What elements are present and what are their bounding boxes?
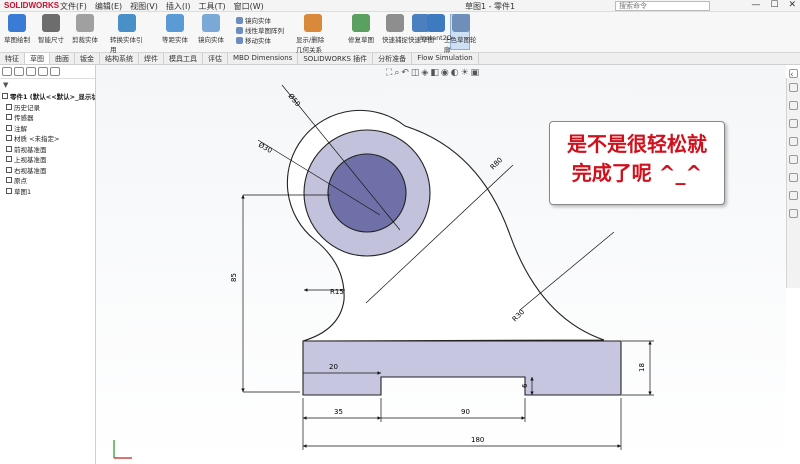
design-library-icon[interactable] [789,101,798,110]
view-palette-icon[interactable] [789,137,798,146]
solidworks-resources-icon[interactable] [789,209,798,218]
forum-icon[interactable] [789,191,798,200]
part-profile[interactable] [302,340,622,396]
resources-icon[interactable] [789,83,798,92]
sketch-drawing: Ø50 Ø30 R80 R15 R30 85 20 18 6 35 90 180 [113,84,654,459]
custom-properties-icon[interactable] [789,173,798,182]
dim-height[interactable]: 85 [230,273,238,282]
dim-left-offset[interactable]: 35 [334,408,343,416]
dim-base-thickness[interactable]: 20 [329,363,338,371]
annotation-callout: 是不是很轻松就 完成了呢 ^_^ [549,121,725,205]
dim-right-height[interactable]: 18 [638,363,646,372]
file-explorer-icon[interactable] [789,119,798,128]
bore-circle[interactable] [327,153,407,233]
dim-total-width[interactable]: 180 [471,436,484,444]
callout-line-1: 是不是很轻松就 [567,132,707,156]
chevron-left-icon[interactable]: ‹ [789,69,798,80]
origin-triad-icon [113,440,132,459]
dim-outer-diameter[interactable]: Ø50 [286,92,301,108]
dim-big-fillet[interactable]: R80 [489,156,504,171]
task-pane-bar: ‹ [786,69,800,288]
appearances-icon[interactable] [789,155,798,164]
dim-inner-diameter[interactable]: Ø30 [257,141,273,155]
callout-line-2: 完成了呢 ^_^ [571,161,703,185]
dim-slot-depth[interactable]: 6 [521,383,529,388]
dim-small-fillet[interactable]: R15 [330,288,344,296]
dim-slot-width[interactable]: 90 [461,408,470,416]
